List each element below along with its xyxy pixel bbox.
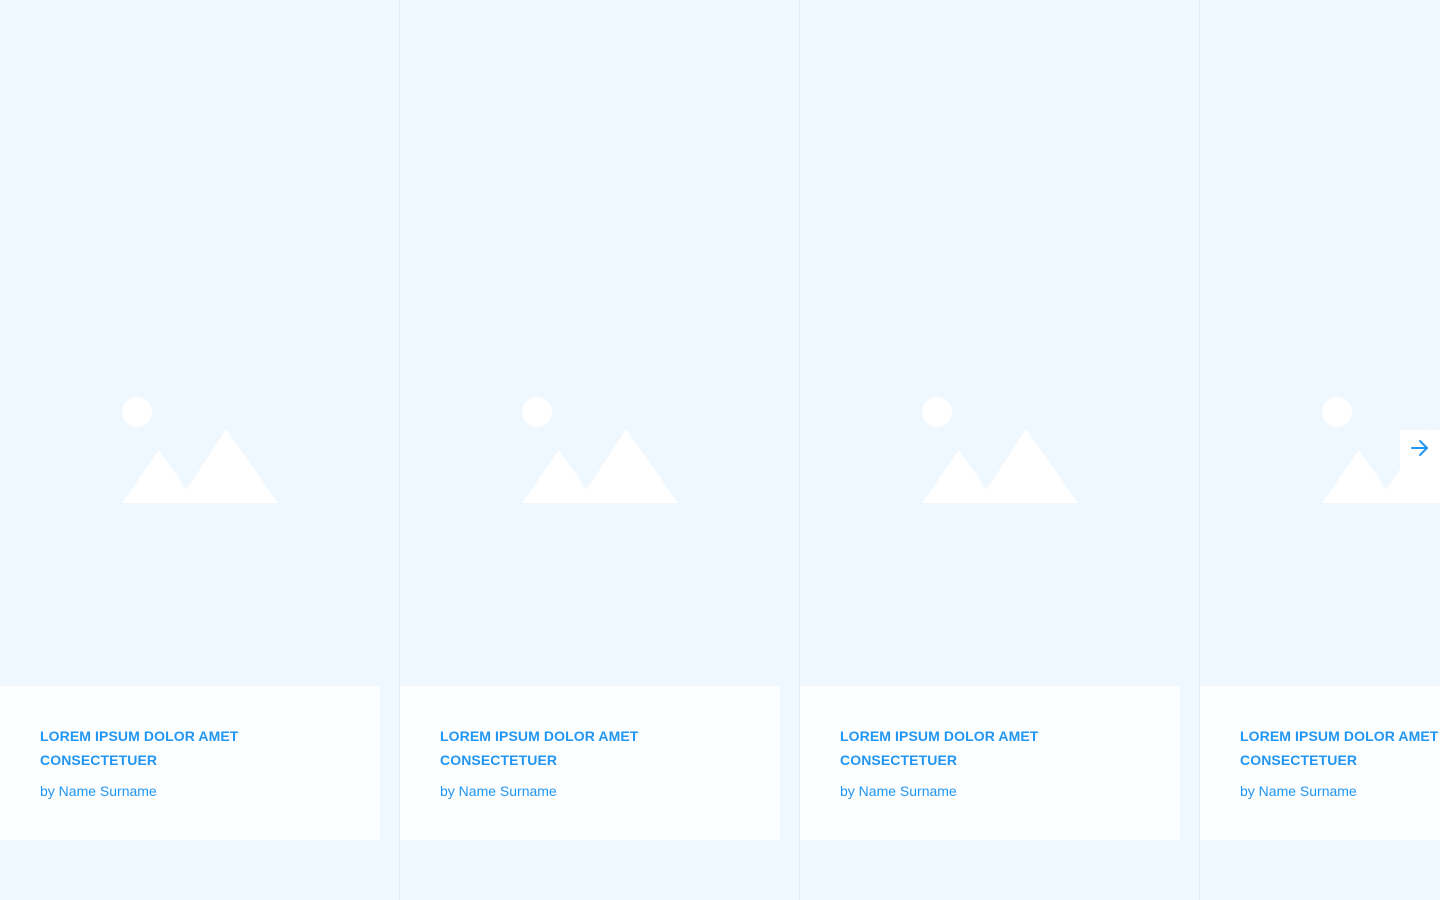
card-caption[interactable]: LOREM IPSUM DOLOR AMET CONSECTETUER by N… [0,686,380,840]
card-title-line: LOREM IPSUM DOLOR AMET [1240,728,1439,744]
card-title[interactable]: LOREM IPSUM DOLOR AMET CONSECTETUER [440,724,740,772]
card-byline: by Name Surname [1240,783,1357,799]
card-byline: by Name Surname [440,783,557,799]
card-title[interactable]: LOREM IPSUM DOLOR AMET CONSECTETUER [1240,724,1440,772]
card-title-line: LOREM IPSUM DOLOR AMET [440,728,639,744]
card-title-line: CONSECTETUER [40,752,158,768]
image-placeholder-icon [522,396,678,504]
carousel-item[interactable]: LOREM IPSUM DOLOR AMET CONSECTETUER by N… [400,0,800,900]
card-title-line: LOREM IPSUM DOLOR AMET [40,728,239,744]
card-byline: by Name Surname [40,783,157,799]
next-button[interactable] [1400,430,1440,470]
card-caption[interactable]: LOREM IPSUM DOLOR AMET CONSECTETUER by N… [1200,686,1440,840]
card-title-line: CONSECTETUER [440,752,558,768]
card-title-line: CONSECTETUER [1240,752,1358,768]
card-byline: by Name Surname [840,783,957,799]
card-title[interactable]: LOREM IPSUM DOLOR AMET CONSECTETUER [840,724,1140,772]
card-title-line: LOREM IPSUM DOLOR AMET [840,728,1039,744]
card-title-line: CONSECTETUER [840,752,958,768]
card-caption[interactable]: LOREM IPSUM DOLOR AMET CONSECTETUER by N… [800,686,1180,840]
image-placeholder-icon [122,396,278,504]
carousel-item[interactable]: LOREM IPSUM DOLOR AMET CONSECTETUER by N… [800,0,1200,900]
card-caption[interactable]: LOREM IPSUM DOLOR AMET CONSECTETUER by N… [400,686,780,840]
card-title[interactable]: LOREM IPSUM DOLOR AMET CONSECTETUER [40,724,340,772]
carousel: LOREM IPSUM DOLOR AMET CONSECTETUER by N… [0,0,1440,900]
carousel-item[interactable]: LOREM IPSUM DOLOR AMET CONSECTETUER by N… [0,0,400,900]
image-placeholder-icon [922,396,1078,504]
arrow-right-icon [1410,438,1430,463]
